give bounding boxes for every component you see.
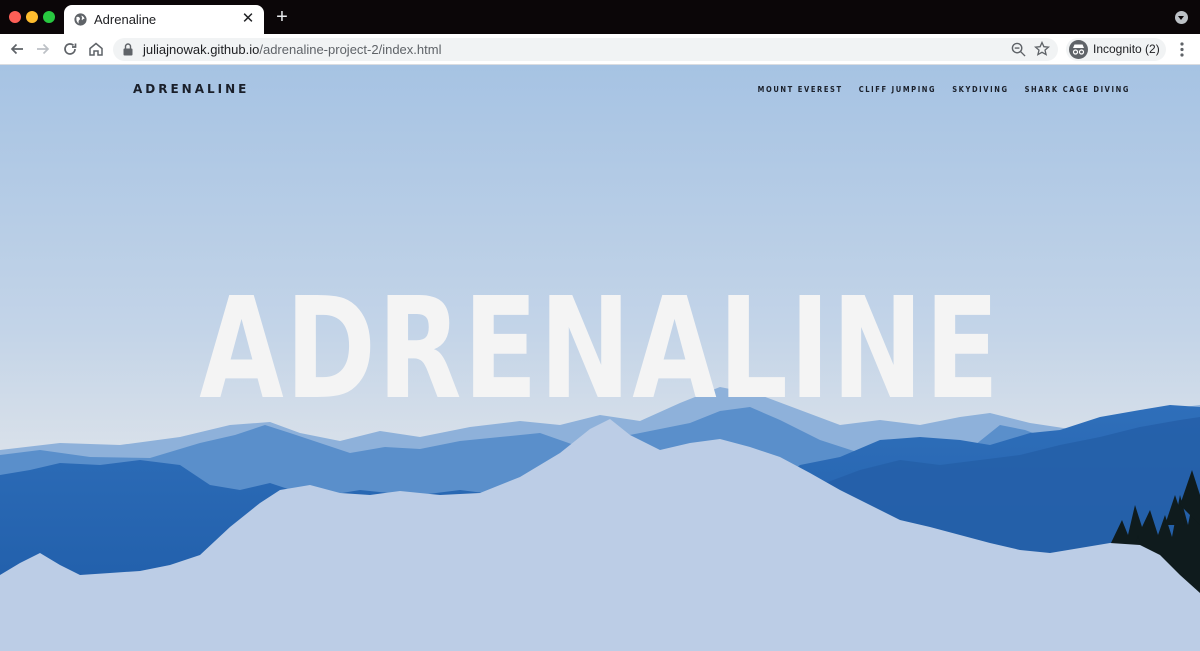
nav-link-shark-cage-diving[interactable]: SHARK CAGE DIVING (1025, 85, 1130, 94)
nav-link-skydiving[interactable]: SKYDIVING (952, 85, 1008, 94)
maximize-window-button[interactable] (43, 11, 55, 23)
reload-icon (64, 43, 77, 55)
zoom-icon[interactable] (1011, 42, 1026, 57)
globe-icon (74, 13, 87, 26)
incognito-icon (1069, 40, 1088, 59)
browser-tab[interactable]: Adrenaline ✕ (64, 5, 264, 34)
profile-dropdown-icon[interactable] (1175, 11, 1188, 24)
incognito-button[interactable]: Incognito (2) (1066, 38, 1166, 61)
new-tab-button[interactable]: + (273, 7, 291, 27)
reload-button[interactable] (60, 39, 80, 59)
star-icon[interactable] (1034, 41, 1050, 57)
incognito-label: Incognito (2) (1093, 42, 1160, 56)
back-icon (10, 43, 23, 55)
lock-icon[interactable] (123, 43, 133, 56)
nav-link-mount-everest[interactable]: MOUNT EVEREST (758, 85, 843, 94)
back-button[interactable] (7, 39, 27, 59)
browser-toolbar: juliajnowak.github.io/adrenaline-project… (0, 34, 1200, 65)
forward-button[interactable] (33, 39, 53, 59)
close-window-button[interactable] (9, 11, 21, 23)
browser-window: Adrenaline ✕ + juliajnowak.github.io/adr… (0, 0, 1200, 651)
url-host: juliajnowak.github.io (143, 42, 260, 57)
home-button[interactable] (86, 39, 106, 59)
menu-icon[interactable] (1174, 41, 1190, 58)
address-bar[interactable]: juliajnowak.github.io/adrenaline-project… (113, 38, 1058, 61)
tab-close-button[interactable]: ✕ (240, 11, 256, 27)
home-icon (89, 42, 103, 56)
url-path: /adrenaline-project-2/index.html (259, 42, 442, 57)
page-viewport: ADRENALINE MOUNT EVEREST CLIFF JUMPING S… (0, 65, 1200, 651)
site-navigation: MOUNT EVEREST CLIFF JUMPING SKYDIVING SH… (758, 85, 1130, 94)
hero-title: ADRENALINE (199, 268, 1001, 431)
site-logo[interactable]: ADRENALINE (133, 82, 249, 96)
tab-title: Adrenaline (94, 12, 157, 27)
url-text: juliajnowak.github.io/adrenaline-project… (143, 42, 441, 57)
nav-link-cliff-jumping[interactable]: CLIFF JUMPING (859, 85, 936, 94)
tab-strip: Adrenaline ✕ + (0, 0, 1200, 34)
minimize-window-button[interactable] (26, 11, 38, 23)
forward-icon (37, 43, 50, 55)
